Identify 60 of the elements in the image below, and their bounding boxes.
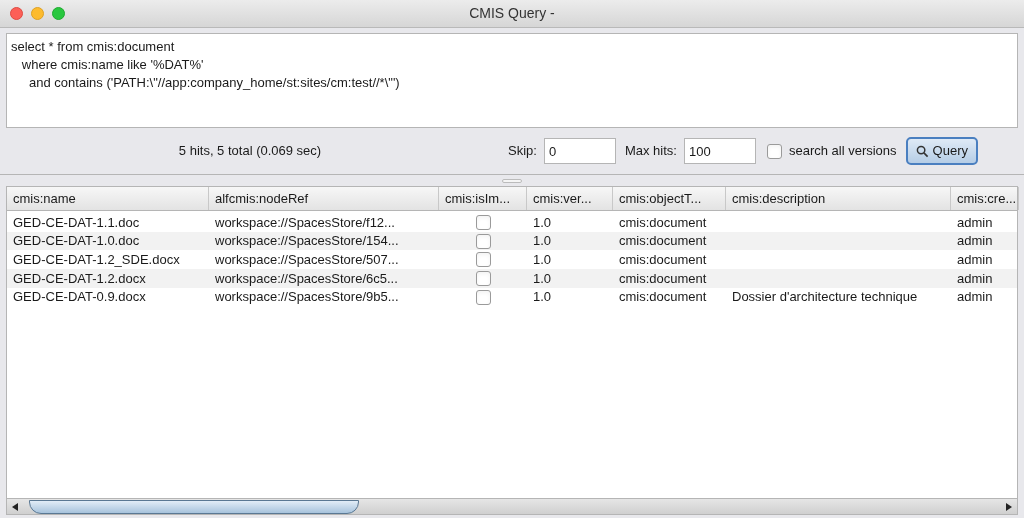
table-cell: workspace://SpacesStore/6c5... [215, 270, 398, 286]
column-header[interactable]: cmis:ver... [527, 187, 613, 210]
splitter-handle[interactable] [502, 178, 522, 183]
table-cell: admin [957, 214, 993, 230]
immutable-checkbox[interactable] [475, 214, 491, 230]
table-cell: GED-CE-DAT-1.0.doc [13, 233, 140, 249]
window-title: CMIS Query - [469, 4, 555, 23]
table-cell: GED-CE-DAT-1.2_SDE.docx [13, 251, 180, 267]
table-cell: cmis:document [619, 270, 707, 286]
search-all-versions-label: search all versions [788, 142, 897, 161]
hits-status: 5 hits, 5 total (0.069 sec) [178, 142, 322, 161]
scrollbar-thumb[interactable] [29, 499, 359, 514]
table-cell: cmis:document [619, 233, 707, 249]
column-header[interactable]: cmis:isIm... [439, 187, 527, 210]
table-cell: 1.0 [533, 214, 552, 230]
table-cell: workspace://SpacesStore/9b5... [215, 289, 399, 305]
max-hits-field[interactable]: 100 [683, 138, 756, 164]
table-cell: 1.0 [533, 251, 552, 267]
query-button[interactable]: Query [905, 137, 978, 165]
table-cell: admin [957, 233, 993, 249]
column-header[interactable]: cmis:name [7, 187, 209, 210]
query-line: and contains ('PATH:\"//app:company_home/st:sites/cm:test//*\"') [28, 74, 400, 92]
minimize-icon[interactable] [31, 7, 44, 20]
table-cell: admin [957, 289, 993, 305]
immutable-checkbox[interactable] [475, 233, 491, 249]
maximize-icon[interactable] [52, 7, 65, 20]
immutable-checkbox[interactable] [475, 289, 491, 305]
column-header[interactable]: alfcmis:nodeRef [209, 187, 439, 210]
table-cell: admin [957, 270, 993, 286]
table-cell: GED-CE-DAT-0.9.docx [13, 289, 146, 305]
table-cell: workspace://SpacesStore/154... [215, 233, 399, 249]
column-header[interactable]: cmis:objectT... [613, 187, 726, 210]
table-cell: Dossier d'architecture technique [732, 289, 918, 305]
skip-label: Skip: [508, 142, 537, 161]
table-cell: 1.0 [533, 233, 552, 249]
search-all-versions-checkbox[interactable] [766, 143, 782, 159]
query-editor[interactable]: select * from cmis:document where cmis:name like '%DAT%' and contains ('PATH:\"//app:company_home/st:sites/cm:test//*\"') [6, 33, 1018, 128]
table-cell: admin [957, 251, 993, 267]
table-cell: GED-CE-DAT-1.1.doc [13, 214, 140, 230]
scroll-left-icon[interactable] [11, 502, 19, 511]
close-icon[interactable] [10, 7, 23, 20]
search-icon [915, 144, 929, 158]
immutable-checkbox[interactable] [475, 270, 491, 286]
immutable-checkbox[interactable] [475, 252, 491, 268]
skip-field[interactable]: 0 [543, 138, 616, 164]
max-hits-label: Max hits: [624, 142, 677, 161]
scroll-right-icon[interactable] [1005, 502, 1013, 511]
table-cell: 1.0 [533, 270, 552, 286]
query-line: select * from cmis:document [11, 38, 175, 56]
column-header[interactable]: cmis:cre... [951, 187, 1019, 210]
table-cell: cmis:document [619, 289, 707, 305]
table-cell: 1.0 [533, 289, 552, 305]
query-line: where cmis:name like '%DAT%' [20, 56, 204, 74]
table-cell: workspace://SpacesStore/507... [215, 251, 399, 267]
column-header[interactable]: cmis:description [726, 187, 951, 210]
table-cell: workspace://SpacesStore/f12... [215, 214, 395, 230]
horizontal-scrollbar[interactable] [7, 498, 1017, 514]
table-cell: GED-CE-DAT-1.2.docx [13, 270, 146, 286]
table-cell: cmis:document [619, 214, 707, 230]
table-cell: cmis:document [619, 251, 707, 267]
